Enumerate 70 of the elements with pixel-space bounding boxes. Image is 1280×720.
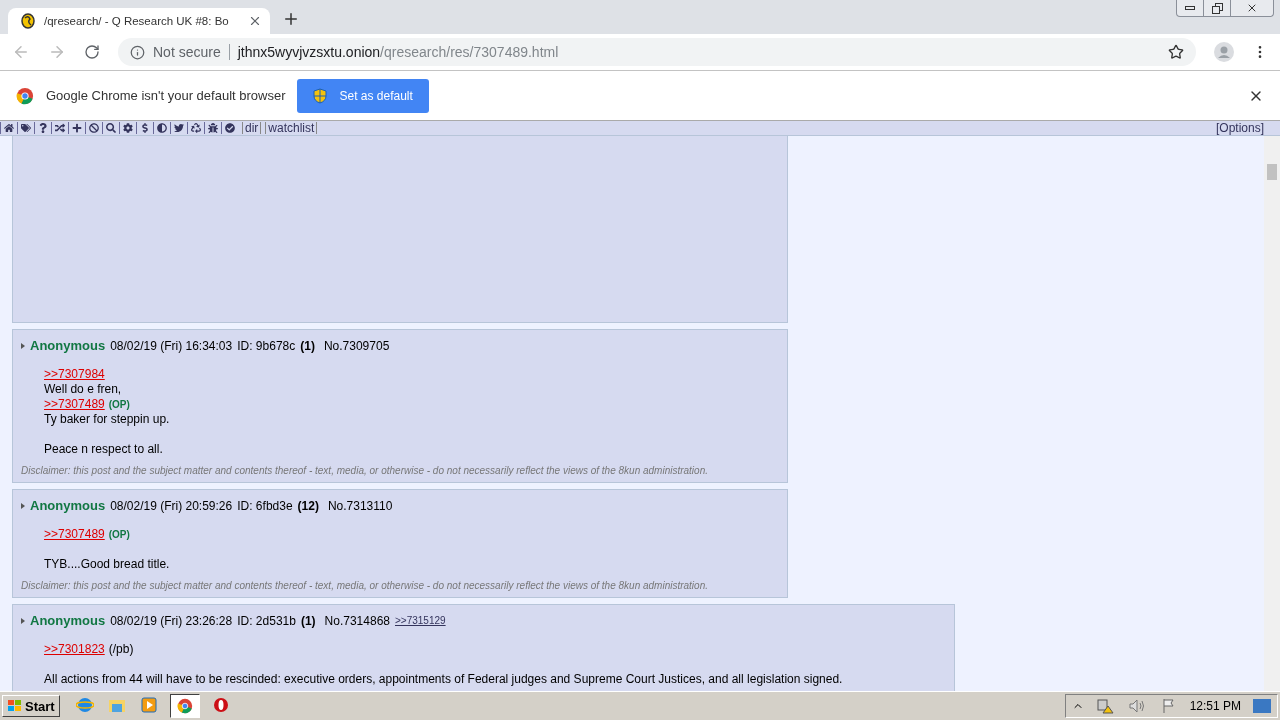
chrome-taskbar-icon[interactable] (169, 694, 200, 718)
poster-id: ID: 2d531b (237, 613, 296, 628)
scrollbar[interactable] (1264, 136, 1280, 691)
expand-icon[interactable] (21, 342, 25, 349)
windows-logo-icon (7, 699, 23, 713)
bug-icon[interactable] (208, 123, 218, 133)
infobar-message: Google Chrome isn't your default browser (46, 88, 286, 103)
search-icon[interactable] (106, 123, 116, 133)
dollar-icon[interactable] (140, 123, 150, 133)
tab-title: /qresearch/ - Q Research UK #8: Bo (44, 15, 230, 27)
post-date: 08/02/19 (Fri) 16:34:03 (110, 338, 233, 353)
reload-icon[interactable] (84, 44, 100, 60)
backlink[interactable]: >>7315129 (395, 615, 446, 626)
poster-name: Anonymous (30, 613, 106, 628)
recycle-icon[interactable] (191, 123, 201, 133)
shuffle-icon[interactable] (55, 123, 65, 133)
board-tag: (/pb) (108, 642, 134, 657)
bird-icon[interactable] (174, 123, 184, 133)
shield-icon (313, 87, 328, 104)
post-count: (1) (300, 338, 315, 353)
op-tag: (OP) (108, 397, 130, 412)
options-link[interactable]: [Options] (1215, 121, 1264, 135)
op-tag: (OP) (108, 527, 130, 542)
close-tab-icon[interactable] (248, 14, 262, 28)
url-text: jthnx5wyvjvzsxtu.onion/qresearch/res/7307489.html (237, 44, 559, 60)
post-number[interactable]: No.7309705 (323, 338, 390, 353)
poster-name: Anonymous (30, 338, 106, 353)
post-text: Peace n respect to all. (44, 442, 163, 457)
post-text: Well do e fren, (44, 382, 122, 397)
set-default-button[interactable]: Set as default (297, 78, 429, 113)
new-tab-icon[interactable] (282, 10, 300, 28)
chrome-logo-icon (16, 86, 34, 105)
post-count: (12) (297, 498, 319, 513)
post-text: All actions from 44 will have to be rescinded: executive orders, appointments of Federal judges and Supreme Court Justices, and all legislation signed. (44, 672, 843, 687)
quote-link[interactable]: >>7307489 (44, 397, 105, 412)
board-link[interactable]: watchlist (265, 122, 318, 134)
poster-id: ID: 9b678c (237, 338, 296, 353)
poster-name: Anonymous (30, 498, 106, 513)
expand-icon[interactable] (21, 502, 25, 509)
quote-link[interactable]: >>7307984 (44, 367, 105, 382)
ban-icon[interactable] (89, 123, 99, 133)
disclaimer-text: Disclaimer: this post and the subject matter and contents thereof - text, media, or otherwise - do not necessarily reflect the views of the 8kun administration. (21, 464, 709, 476)
security-label: Not secure (153, 44, 221, 60)
post-number[interactable]: No.7313110 (327, 498, 393, 513)
address-bar[interactable]: Not secure jthnx5wyvjvzsxtu.onion/qresearch/res/7307489.html (118, 38, 1196, 66)
settings-icon[interactable] (123, 123, 133, 133)
star-icon[interactable] (1168, 44, 1184, 60)
quote-link[interactable]: >>7301823 (44, 642, 105, 657)
home-icon[interactable] (4, 123, 14, 133)
avatar-icon[interactable] (1214, 42, 1234, 62)
expand-icon[interactable] (21, 617, 25, 624)
favicon-icon (20, 13, 36, 29)
quote-link[interactable]: >>7307489 (44, 527, 105, 542)
browser-tab[interactable]: /qresearch/ - Q Research UK #8: Bo (8, 8, 270, 34)
plus-icon[interactable] (72, 123, 82, 133)
post-text: Ty baker for steppin up. (44, 412, 170, 427)
post-number[interactable]: No.7314868 (324, 613, 390, 628)
clock: 12:51 PM (1189, 699, 1241, 713)
tags-icon[interactable] (21, 123, 31, 133)
post-count: (1) (300, 613, 316, 628)
post-text: TYB....Good bread title. (44, 557, 170, 572)
post-date: 08/02/19 (Fri) 20:59:26 (110, 498, 233, 513)
info-icon[interactable] (130, 44, 145, 60)
start-button[interactable]: Start (2, 695, 60, 717)
disclaimer-text: Disclaimer: this post and the subject matter and contents thereof - text, media, or otherwise - do not necessarily reflect the views of the 8kun administration. (21, 579, 709, 591)
question-icon[interactable] (38, 123, 48, 133)
contrast-icon[interactable] (157, 123, 167, 133)
board-link[interactable]: dir (242, 122, 262, 134)
post-date: 08/02/19 (Fri) 23:26:28 (110, 613, 233, 628)
poster-id: ID: 6fbd3e (237, 498, 293, 513)
